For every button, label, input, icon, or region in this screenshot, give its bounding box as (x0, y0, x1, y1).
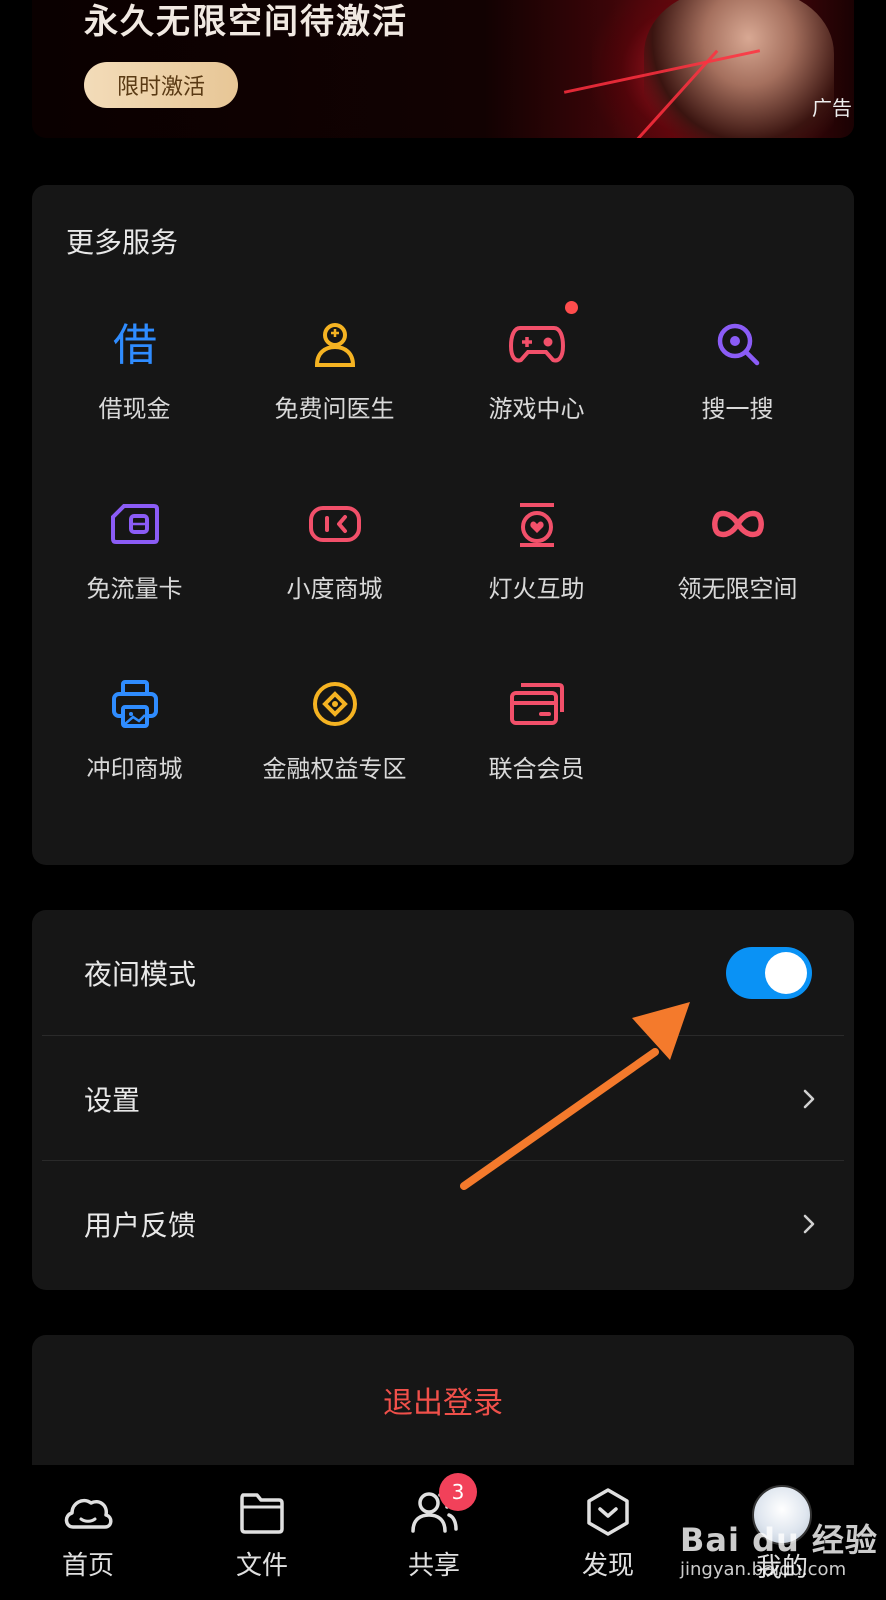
service-search[interactable]: 搜一搜 (635, 315, 840, 475)
chevron-right-icon (803, 1214, 815, 1233)
service-print-store[interactable]: 冲印商城 (32, 675, 237, 835)
tab-label: 首页 (61, 1551, 114, 1581)
settings-label: 设置 (84, 1083, 141, 1117)
service-label: 冲印商城 (86, 755, 183, 783)
tab-label: 发现 (581, 1551, 634, 1581)
service-label: 金融权益专区 (262, 755, 407, 783)
svg-text:借: 借 (113, 320, 157, 370)
annotation-arrow-icon (460, 1002, 690, 1190)
share-users-icon: 3 (407, 1473, 477, 1539)
tab-home[interactable]: 首页 (28, 1485, 148, 1582)
logout-label: 退出登录 (383, 1386, 503, 1421)
search-icon (709, 315, 767, 373)
service-label: 灯火互助 (488, 575, 585, 603)
share-badge: 3 (439, 1473, 477, 1511)
tab-label: 共享 (407, 1551, 460, 1581)
service-doctor[interactable]: 免费问医生 (232, 315, 437, 475)
tab-share[interactable]: 3 共享 (374, 1473, 494, 1582)
feedback-row[interactable]: 用户反馈 (42, 1161, 844, 1286)
night-mode-toggle[interactable] (726, 946, 812, 999)
home-cloud-icon (64, 1498, 113, 1529)
watermark-url: jingyan.baidu.com (680, 1559, 847, 1580)
service-label: 小度商城 (286, 575, 383, 603)
service-label: 免费问医生 (274, 395, 395, 423)
ad-label: 广告 (812, 96, 852, 120)
more-services-card: 更多服务 借 借现金 免费问医生 游戏中心 搜一搜 免流量卡 小度商城 灯火互助… (32, 185, 854, 865)
borrow-cash-icon: 借 (106, 315, 164, 373)
watermark-logo: Bai du 经验 (680, 1521, 878, 1559)
service-label: 免流量卡 (86, 575, 183, 603)
xiaodu-icon (306, 495, 364, 553)
toggle-knob (765, 951, 807, 994)
service-borrow-cash[interactable]: 借 借现金 (32, 315, 237, 475)
logout-button[interactable]: 退出登录 (32, 1335, 854, 1465)
sim-card-icon (106, 495, 164, 553)
settings-row[interactable]: 设置 (42, 1036, 844, 1161)
member-card-icon (508, 675, 566, 733)
coin-icon (306, 675, 364, 733)
service-sim-card[interactable]: 免流量卡 (32, 495, 237, 655)
night-mode-label: 夜间模式 (84, 957, 197, 991)
settings-card: 夜间模式 设置 用户反馈 (32, 910, 854, 1290)
service-xiaodu-store[interactable]: 小度商城 (232, 495, 437, 655)
service-game-center[interactable]: 游戏中心 (434, 301, 639, 475)
service-finance-zone[interactable]: 金融权益专区 (232, 675, 437, 835)
service-unlimited-space[interactable]: 领无限空间 (635, 495, 840, 655)
mutual-aid-icon (508, 495, 566, 553)
ad-activate-button[interactable]: 限时激活 (84, 62, 238, 108)
section-title: 更多服务 (66, 226, 179, 259)
service-joint-member[interactable]: 联合会员 (434, 675, 639, 835)
tab-files[interactable]: 文件 (202, 1485, 322, 1582)
tab-discover[interactable]: 发现 (548, 1485, 668, 1582)
discover-icon (587, 1488, 629, 1536)
tab-label: 文件 (235, 1551, 288, 1581)
printer-icon (106, 675, 164, 733)
notification-dot (564, 301, 578, 314)
infinity-icon (709, 495, 767, 553)
service-label: 领无限空间 (677, 575, 798, 603)
watermark: Bai du 经验 jingyan.baidu.com (680, 1515, 880, 1595)
service-label: 联合会员 (488, 755, 585, 783)
folder-icon (240, 1493, 284, 1534)
chevron-right-icon (803, 1089, 815, 1108)
ad-headline: 永久无限空间待激活 (84, 2, 408, 42)
feedback-label: 用户反馈 (84, 1208, 197, 1242)
night-mode-row: 夜间模式 (42, 910, 844, 1035)
service-mutual-aid[interactable]: 灯火互助 (434, 495, 639, 655)
service-label: 搜一搜 (701, 395, 774, 423)
service-label: 借现金 (98, 395, 171, 423)
service-label: 游戏中心 (488, 395, 585, 423)
ad-banner[interactable]: 永久无限空间待激活 限时激活 广告 (32, 0, 854, 138)
doctor-icon (306, 315, 364, 373)
gamepad-icon (508, 301, 578, 373)
